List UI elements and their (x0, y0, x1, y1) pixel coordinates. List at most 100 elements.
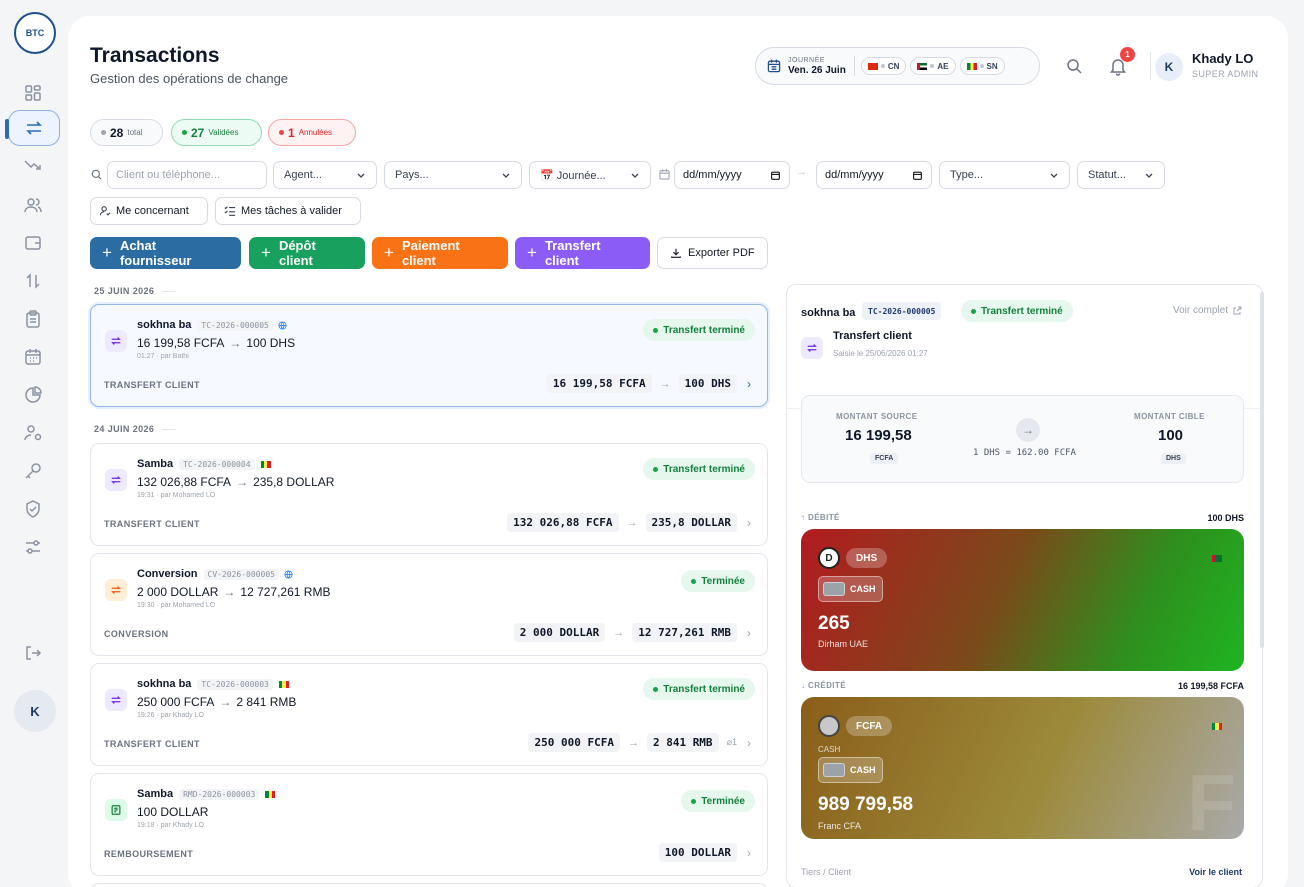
transactions-icon[interactable] (5, 110, 60, 146)
search-icon[interactable] (1064, 56, 1084, 76)
transfer-icon (105, 469, 127, 491)
banknote-icon (823, 763, 845, 777)
sn-flag-icon (1212, 723, 1222, 730)
card-balance: 265 (818, 613, 850, 634)
transaction-card[interactable]: Samba TC-2026-000004 132 026,88 FCFA → 235,… (90, 443, 768, 546)
export-pdf-button[interactable]: Exporter PDF (657, 237, 768, 269)
chevron-right-icon[interactable]: › (747, 377, 751, 391)
download-icon (671, 248, 681, 258)
plus-icon: + (527, 243, 537, 262)
calendar-icon[interactable] (18, 342, 48, 372)
dashboard-icon[interactable] (18, 78, 48, 108)
plus-icon: + (102, 243, 112, 262)
status-badge: Terminée (681, 570, 755, 592)
depot-client-button[interactable]: + Dépôt client (249, 237, 365, 269)
transfer-icon (801, 337, 823, 359)
transaction-meta: 19:30 · par Mohamed LO (137, 602, 216, 609)
count-validated[interactable]: 27 Validées (171, 119, 262, 146)
sn-flag-icon (265, 790, 276, 798)
key-icon[interactable] (18, 456, 48, 486)
date-to-input[interactable]: dd/mm/yyyy (816, 161, 932, 189)
ae-flag-icon (1212, 555, 1222, 562)
dirham-coin-icon: D (818, 547, 840, 569)
wallet-icon[interactable] (18, 228, 48, 258)
conversion-summary: MONTANT SOURCE 16 199,58 FCFA → 1 DHS = … (801, 395, 1244, 483)
journee-selector[interactable]: JOURNÉE Ven. 26 Juin CN AE SN (755, 47, 1040, 85)
statut-select[interactable]: Statut... (1077, 161, 1165, 189)
calendar-icon (659, 169, 670, 180)
transaction-client: sokhna ba (137, 319, 192, 331)
clipboard-icon[interactable] (18, 304, 48, 334)
checklist-icon (224, 206, 236, 216)
credit-label: ↓ CRÉDITÉ (801, 681, 846, 690)
journee-select[interactable]: 📅 Journée... (529, 161, 651, 189)
trending-down-icon[interactable] (18, 150, 48, 180)
user-name[interactable]: Khady LO (1192, 51, 1253, 66)
user-settings-icon[interactable] (18, 418, 48, 448)
pie-chart-icon[interactable] (18, 380, 48, 410)
count-cancelled[interactable]: 1 Annulées (268, 119, 356, 146)
shield-check-icon[interactable] (18, 494, 48, 524)
globe-icon (278, 320, 287, 330)
mes-taches-button[interactable]: Mes tâches à valider (215, 197, 361, 225)
sort-arrows-icon[interactable] (18, 266, 48, 296)
sliders-icon[interactable] (18, 532, 48, 562)
detail-status-badge: Transfert terminé (961, 300, 1073, 322)
main-panel: Transactions Gestion des opérations de c… (68, 16, 1288, 887)
transfert-client-button[interactable]: + Transfert client (515, 237, 650, 269)
sidebar-avatar[interactable]: K (14, 690, 56, 732)
pays-select[interactable]: Pays... (384, 161, 522, 189)
type-select[interactable]: Type... (939, 161, 1070, 189)
count-total[interactable]: 28 total (90, 119, 163, 146)
transaction-card[interactable]: Samba RMD-2026-000003 100 DOLLAR 19:18 · … (90, 773, 768, 876)
transaction-card[interactable] (90, 883, 768, 887)
attachment-count: ⌀1 (726, 737, 737, 747)
voir-client-link[interactable]: Voir le client (1189, 867, 1242, 877)
transaction-client: Samba (137, 788, 174, 800)
chevron-right-icon[interactable]: › (747, 736, 751, 750)
card-balance: 989 799,58 (818, 794, 914, 815)
detail-footer-label: Tiers / Client (801, 867, 852, 877)
search-field (90, 161, 267, 189)
country-ae[interactable]: AE (910, 57, 956, 75)
transaction-card[interactable]: sokhna ba TC-2026-000005 16 199,58 FCFA → 1… (90, 304, 768, 407)
chevron-down-icon (1145, 173, 1153, 178)
transaction-card[interactable]: Conversion CV-2026-000005 2 000 DOLLAR → 12… (90, 553, 768, 656)
paiement-client-button[interactable]: + Paiement client (372, 237, 508, 269)
btc-logo[interactable]: BTC (14, 12, 56, 54)
achat-fournisseur-button[interactable]: + Achat fournisseur (90, 237, 241, 269)
transfer-icon (105, 689, 127, 711)
conversion-icon (105, 579, 127, 601)
detail-scrollbar[interactable] (1260, 292, 1264, 648)
target-amount: 100 (1158, 427, 1184, 444)
user-avatar[interactable]: K (1155, 53, 1183, 81)
card-currency-name: Dirham UAE (818, 639, 869, 649)
logout-icon[interactable] (18, 638, 48, 668)
chevron-right-icon[interactable]: › (747, 846, 751, 860)
transaction-card[interactable]: sokhna ba TC-2026-000003 250 000 FCFA → 2 8… (90, 663, 768, 766)
agent-select[interactable]: Agent... (273, 161, 377, 189)
chevron-right-icon[interactable]: › (747, 516, 751, 530)
detail-saisie: Saisie le 25/06/2026 01:27 (833, 349, 928, 358)
transaction-meta: 19:31 · par Mohamed LO (137, 492, 216, 499)
country-sn[interactable]: SN (959, 57, 1005, 75)
transaction-ref: CV-2026-000005 (203, 568, 279, 580)
credit-account-card[interactable]: FCFA CASH CASH 989 799,58 Franc CFA F (801, 697, 1244, 839)
debit-label: ↑ DÉBITÉ (801, 513, 840, 522)
users-icon[interactable] (18, 190, 48, 220)
debit-account-card[interactable]: D DHS CASH 265 Dirham UAE (801, 529, 1244, 671)
detail-type: Transfert client (833, 330, 912, 342)
transaction-type: REMBOURSEMENT (104, 849, 194, 859)
sn-flag-icon (260, 460, 271, 468)
voir-complet-link[interactable]: Voir complet (1173, 305, 1242, 316)
globe-icon (284, 569, 293, 579)
country-cn[interactable]: CN (860, 57, 907, 75)
credit-value: 16 199,58 FCFA (1177, 681, 1244, 691)
search-input[interactable] (107, 161, 267, 189)
date-from-input[interactable]: dd/mm/yyyy (674, 161, 790, 189)
me-concernant-button[interactable]: Me concernant (90, 197, 208, 225)
chevron-right-icon[interactable]: › (747, 626, 751, 640)
source-amount: 16 199,58 (845, 427, 912, 444)
transaction-meta: 19:26 · par Khady LO (137, 712, 204, 719)
transaction-meta: 01:27 · par Bathi (137, 353, 189, 360)
